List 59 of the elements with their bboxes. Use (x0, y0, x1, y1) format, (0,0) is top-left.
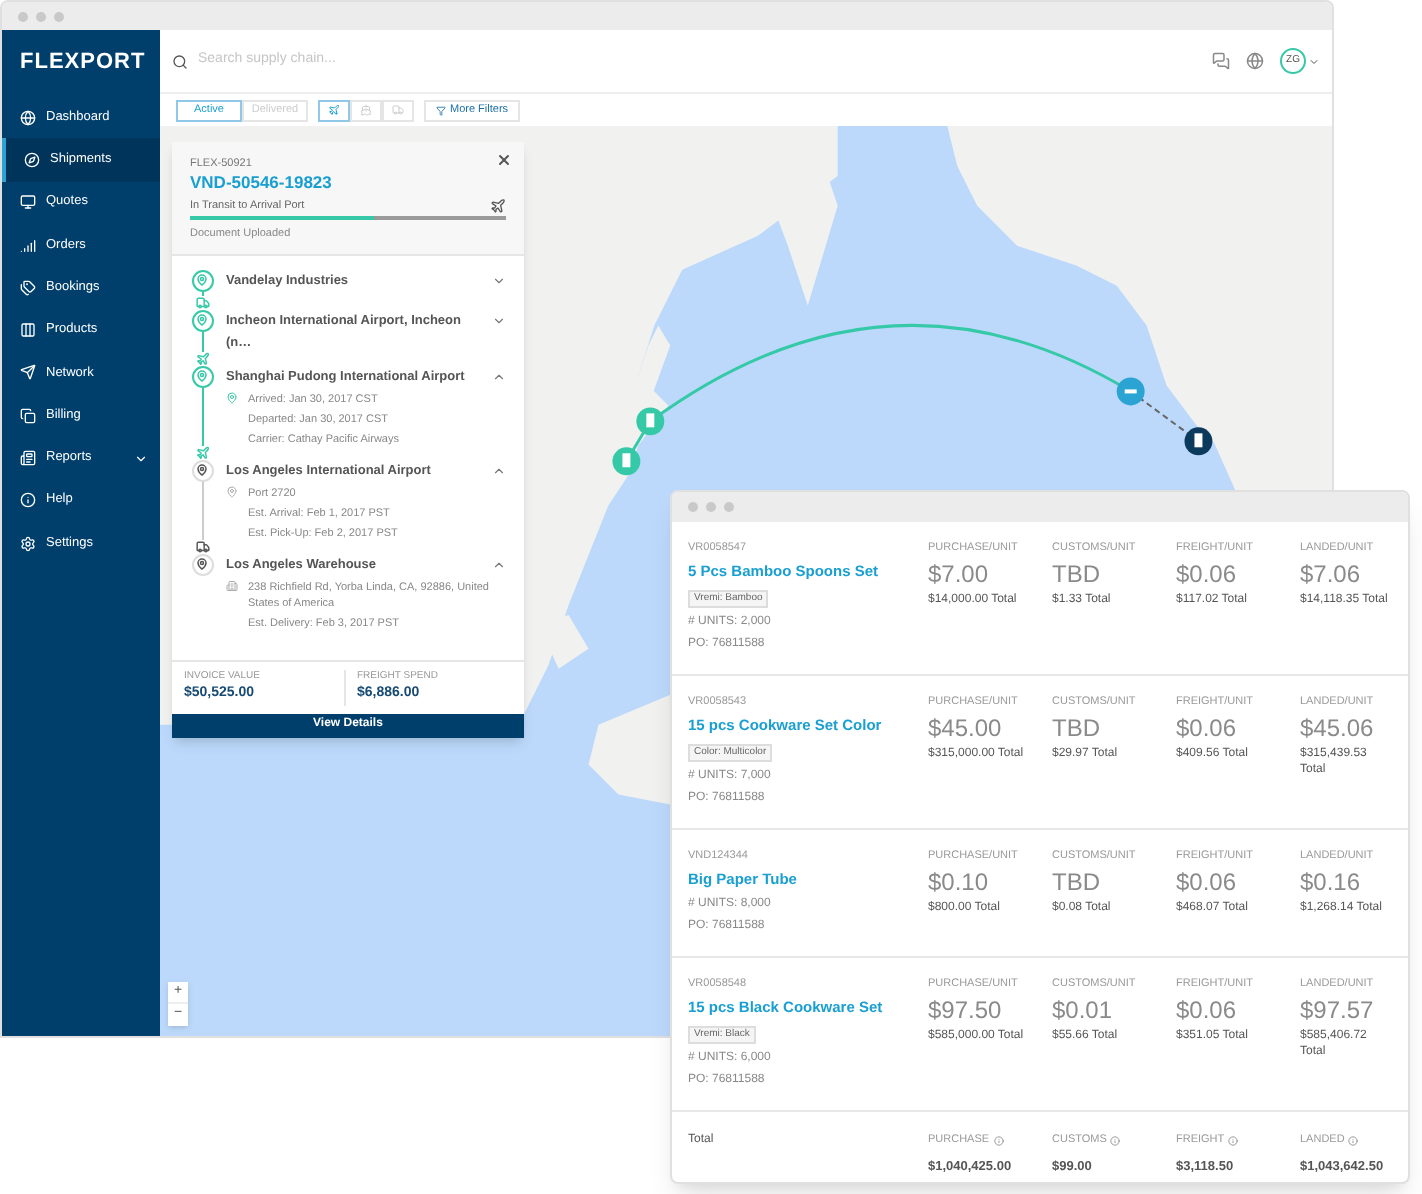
unit-value: $0.06 (1176, 866, 1237, 900)
truck-icon (392, 104, 404, 116)
ship-icon (360, 104, 372, 116)
unit-value: TBD (1052, 866, 1100, 900)
plane-icon (195, 445, 209, 459)
unit-value: TBD (1052, 712, 1100, 746)
truck-icon (195, 539, 209, 553)
unit-value: $45.06 (1300, 712, 1374, 746)
unit-value: TBD (1052, 558, 1100, 592)
unit-value: $0.06 (1176, 558, 1237, 592)
monitor-icon (20, 194, 36, 211)
pin-icon (226, 391, 238, 403)
compass-icon (24, 151, 40, 168)
pin-icon (196, 314, 208, 326)
unit-value: $0.16 (1300, 866, 1361, 900)
unit-value: $7.00 (928, 558, 989, 592)
info-icon[interactable] (1228, 1136, 1239, 1146)
unit-value: $0.06 (1176, 712, 1237, 746)
chevron-down-icon[interactable] (1308, 55, 1320, 67)
info-icon[interactable] (993, 1136, 1004, 1146)
info-icon[interactable] (1348, 1136, 1359, 1146)
unit-value: $0.10 (928, 866, 989, 900)
newspaper-icon (20, 450, 36, 467)
bar-chart-icon (20, 237, 36, 254)
chevron-down-icon[interactable] (492, 273, 506, 287)
close-icon (496, 152, 512, 168)
building-icon (226, 579, 238, 591)
chevron-up-icon[interactable] (492, 463, 506, 477)
columns-icon (20, 322, 36, 339)
copy-icon (20, 407, 36, 424)
chevron-up-icon[interactable] (492, 557, 506, 571)
pin-icon (196, 558, 208, 570)
unit-value: $0.06 (1176, 994, 1237, 1028)
chevron-up-icon[interactable] (492, 369, 506, 383)
pin-icon (196, 464, 208, 476)
chevron-down-icon[interactable] (492, 313, 506, 327)
pin-icon (226, 485, 238, 497)
info-icon[interactable] (1110, 1136, 1121, 1146)
filter-icon (436, 105, 446, 115)
globe-icon[interactable] (1246, 52, 1264, 70)
globe-icon (20, 109, 36, 126)
chat-icon[interactable] (1212, 52, 1230, 70)
plane-icon (490, 198, 506, 215)
unit-value: $7.06 (1300, 558, 1361, 592)
pin-icon (196, 274, 208, 286)
unit-value: $0.01 (1052, 994, 1113, 1028)
close-button[interactable] (496, 152, 512, 168)
settings-icon (20, 535, 36, 552)
plane-icon (328, 104, 340, 116)
pin-icon (196, 370, 208, 382)
logo: FLEXPORT (18, 48, 148, 79)
unit-value: $45.00 (928, 712, 1002, 746)
info-icon (20, 492, 36, 509)
search-icon (172, 53, 188, 69)
tags-icon (20, 279, 36, 296)
unit-value: $97.50 (928, 994, 1002, 1028)
unit-value: $97.57 (1300, 994, 1374, 1028)
send-icon (20, 364, 36, 381)
mode-tab[interactable] (318, 99, 350, 121)
